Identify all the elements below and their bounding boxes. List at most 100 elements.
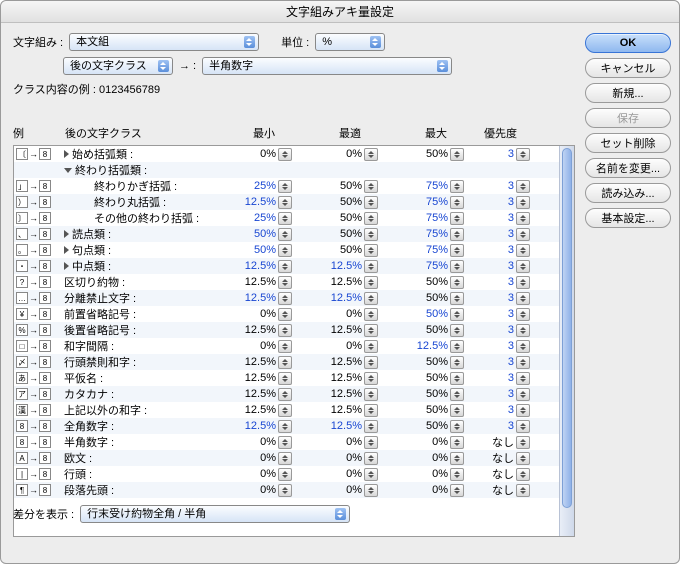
table-row[interactable]: A→8欧文 :0%0%0%なし (14, 450, 559, 466)
cancel-button[interactable]: キャンセル (585, 58, 671, 78)
rename-button[interactable]: 名前を変更... (585, 158, 671, 178)
min-stepper[interactable] (278, 436, 292, 449)
table-row[interactable]: □→8和字間隔 :0%0%12.5%3 (14, 338, 559, 354)
table-row[interactable]: ¶→8段落先頭 :0%0%0%なし (14, 482, 559, 498)
min-stepper[interactable] (278, 308, 292, 321)
opt-stepper[interactable] (364, 292, 378, 305)
min-stepper[interactable] (278, 468, 292, 481)
opt-stepper[interactable] (364, 244, 378, 257)
disclosure-triangle-icon[interactable] (64, 150, 69, 158)
min-stepper[interactable] (278, 260, 292, 273)
max-stepper[interactable] (450, 260, 464, 273)
min-stepper[interactable] (278, 420, 292, 433)
disclosure-triangle-icon[interactable] (64, 262, 69, 270)
opt-stepper[interactable] (364, 436, 378, 449)
table-row[interactable]: 8→8全角数字 :12.5%12.5%50%3 (14, 418, 559, 434)
max-stepper[interactable] (450, 276, 464, 289)
table-row[interactable]: 8→8半角数字 :0%0%0%なし (14, 434, 559, 450)
priority-stepper[interactable] (516, 212, 530, 225)
opt-stepper[interactable] (364, 372, 378, 385)
min-stepper[interactable] (278, 276, 292, 289)
table-row[interactable]: 〕→8その他の終わり括弧 :25%50%75%3 (14, 210, 559, 226)
max-stepper[interactable] (450, 420, 464, 433)
opt-stepper[interactable] (364, 196, 378, 209)
min-stepper[interactable] (278, 212, 292, 225)
mode-select[interactable]: 後の文字クラス (63, 57, 173, 75)
max-stepper[interactable] (450, 404, 464, 417)
opt-stepper[interactable] (364, 324, 378, 337)
opt-stepper[interactable] (364, 308, 378, 321)
disclosure-triangle-icon[interactable] (64, 168, 72, 173)
max-stepper[interactable] (450, 180, 464, 193)
max-stepper[interactable] (450, 468, 464, 481)
max-stepper[interactable] (450, 148, 464, 161)
priority-stepper[interactable] (516, 404, 530, 417)
target-class-select[interactable]: 半角数字 (202, 57, 452, 75)
opt-stepper[interactable] (364, 356, 378, 369)
min-stepper[interactable] (278, 180, 292, 193)
opt-stepper[interactable] (364, 420, 378, 433)
table-row[interactable]: ¥→8前置省略記号 :0%0%50%3 (14, 306, 559, 322)
disclosure-triangle-icon[interactable] (64, 246, 69, 254)
min-stepper[interactable] (278, 148, 292, 161)
scroll-thumb[interactable] (562, 148, 572, 508)
max-stepper[interactable] (450, 212, 464, 225)
mojikumi-select[interactable]: 本文組 (69, 33, 259, 51)
priority-stepper[interactable] (516, 148, 530, 161)
max-stepper[interactable] (450, 340, 464, 353)
save-button[interactable]: 保存 (585, 108, 671, 128)
max-stepper[interactable] (450, 292, 464, 305)
table-row[interactable]: 。→8句点類 :50%50%75%3 (14, 242, 559, 258)
max-stepper[interactable] (450, 388, 464, 401)
min-stepper[interactable] (278, 356, 292, 369)
min-stepper[interactable] (278, 452, 292, 465)
table-row[interactable]: |→8行頭 :0%0%0%なし (14, 466, 559, 482)
max-stepper[interactable] (450, 436, 464, 449)
table-row[interactable]: 〔→8始め括弧類 :0%0%50%3 (14, 146, 559, 162)
diff-select[interactable]: 行末受け約物全角 / 半角 (80, 505, 350, 523)
priority-stepper[interactable] (516, 324, 530, 337)
min-stepper[interactable] (278, 404, 292, 417)
priority-stepper[interactable] (516, 372, 530, 385)
max-stepper[interactable] (450, 372, 464, 385)
opt-stepper[interactable] (364, 340, 378, 353)
max-stepper[interactable] (450, 356, 464, 369)
priority-stepper[interactable] (516, 244, 530, 257)
table-row[interactable]: 漢→8上記以外の和字 :12.5%12.5%50%3 (14, 402, 559, 418)
table-row[interactable]: …→8分離禁止文字 :12.5%12.5%50%3 (14, 290, 559, 306)
opt-stepper[interactable] (364, 468, 378, 481)
priority-stepper[interactable] (516, 356, 530, 369)
unit-select[interactable]: % (315, 33, 385, 51)
priority-stepper[interactable] (516, 340, 530, 353)
priority-stepper[interactable] (516, 180, 530, 193)
priority-stepper[interactable] (516, 308, 530, 321)
min-stepper[interactable] (278, 340, 292, 353)
max-stepper[interactable] (450, 196, 464, 209)
ok-button[interactable]: OK (585, 33, 671, 53)
table-row[interactable]: %→8後置省略記号 :12.5%12.5%50%3 (14, 322, 559, 338)
table-row[interactable]: 、→8読点類 :50%50%75%3 (14, 226, 559, 242)
min-stepper[interactable] (278, 244, 292, 257)
opt-stepper[interactable] (364, 260, 378, 273)
new-button[interactable]: 新規... (585, 83, 671, 103)
opt-stepper[interactable] (364, 484, 378, 497)
priority-stepper[interactable] (516, 388, 530, 401)
opt-stepper[interactable] (364, 212, 378, 225)
opt-stepper[interactable] (364, 148, 378, 161)
table-row[interactable]: あ→8平仮名 :12.5%12.5%50%3 (14, 370, 559, 386)
table-row[interactable]: ア→8カタカナ :12.5%12.5%50%3 (14, 386, 559, 402)
delete-set-button[interactable]: セット削除 (585, 133, 671, 153)
opt-stepper[interactable] (364, 404, 378, 417)
max-stepper[interactable] (450, 244, 464, 257)
table-row[interactable]: 終わり括弧類 : (14, 162, 559, 178)
priority-stepper[interactable] (516, 468, 530, 481)
opt-stepper[interactable] (364, 452, 378, 465)
table-row[interactable]: 〆→8行頭禁則和字 :12.5%12.5%50%3 (14, 354, 559, 370)
opt-stepper[interactable] (364, 388, 378, 401)
priority-stepper[interactable] (516, 196, 530, 209)
priority-stepper[interactable] (516, 484, 530, 497)
max-stepper[interactable] (450, 484, 464, 497)
priority-stepper[interactable] (516, 452, 530, 465)
max-stepper[interactable] (450, 452, 464, 465)
import-button[interactable]: 読み込み... (585, 183, 671, 203)
